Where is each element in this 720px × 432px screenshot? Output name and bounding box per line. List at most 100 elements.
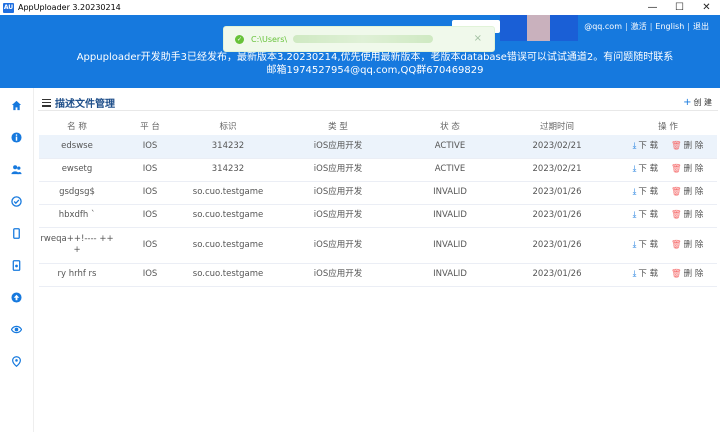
column-header: 标识 [219,121,237,132]
delete-button[interactable]: 🗑 删 除 [671,164,704,175]
device-icon[interactable] [11,228,22,239]
delete-button[interactable]: 🗑 删 除 [671,240,704,251]
download-button[interactable]: ⤓ 下 载 [633,141,658,152]
cell-type: iOS应用开发 [271,181,405,205]
cell-expiry: 2023/01/26 [495,263,619,287]
trash-icon: 🗑 [670,187,682,197]
cell-platform: IOS [115,227,185,264]
maximize-button[interactable]: ☐ [666,0,693,15]
upload-icon[interactable] [11,292,22,303]
cell-actions: ⤓ 下 载 🗑 删 除 [619,204,717,228]
delete-button[interactable]: 🗑 删 除 [671,187,704,198]
cell-name: hbxdfh ` [39,204,115,228]
cell-expiry: 2023/02/21 [495,135,619,159]
delete-button[interactable]: 🗑 删 除 [671,141,704,152]
create-button[interactable]: + 创 建 [683,97,712,108]
trash-icon: 🗑 [670,210,682,220]
cell-identifier: so.cuo.testgame [185,227,271,264]
table-row[interactable]: rweqa++!---- ++ + IOS so.cuo.testgame iO… [39,227,717,264]
download-label: 下 载 [638,164,659,174]
cell-identifier: so.cuo.testgame [185,181,271,205]
activate-link[interactable]: 激活 [628,21,650,32]
download-button[interactable]: ⤓ 下 载 [633,240,658,251]
cell-actions: ⤓ 下 载 🗑 删 除 [619,227,717,264]
eye-icon[interactable] [11,324,22,335]
table-row[interactable]: ewsetg IOS 314232 iOS应用开发 ACTIVE 2023/02… [39,158,717,182]
app-icon: AU [3,2,14,13]
delete-label: 删 除 [683,210,704,220]
download-button[interactable]: ⤓ 下 载 [633,187,658,198]
cell-expiry: 2023/02/21 [495,158,619,182]
table-row[interactable]: edswse IOS 314232 iOS应用开发 ACTIVE 2023/02… [39,135,717,159]
cell-expiry: 2023/01/26 [495,181,619,205]
cell-status: INVALID [405,227,495,264]
cell-platform: IOS [115,204,185,228]
check-circle-icon[interactable] [11,196,22,207]
home-icon[interactable] [11,100,22,111]
column-header: 状 态 [440,121,460,132]
cell-identifier: 314232 [185,135,271,159]
delete-label: 删 除 [683,140,704,151]
section-header: 描述文件管理 [42,95,115,110]
delete-button[interactable]: 🗑 删 除 [671,210,704,221]
delete-label: 删 除 [683,187,704,197]
delete-button[interactable]: 🗑 删 除 [671,269,704,280]
cell-status: INVALID [405,181,495,205]
title-bar: AU AppUploader 3.20230214 — ☐ ✕ [0,0,720,15]
cell-platform: IOS [115,181,185,205]
location-icon[interactable] [11,356,22,367]
trash-icon: 🗑 [670,269,682,279]
cell-type: iOS应用开发 [271,263,405,287]
download-icon: ⤓ [632,187,637,197]
cell-identifier: so.cuo.testgame [185,204,271,228]
cell-expiry: 2023/01/26 [495,204,619,228]
toast-close-icon[interactable]: × [474,33,482,44]
window-title: AppUploader 3.20230214 [18,3,121,12]
announcement-line-1: Appuploader开发助手3已经发布，最新版本3.20230214,优先使用… [76,52,674,63]
announcement: Appuploader开发助手3已经发布，最新版本3.20230214,优先使用… [0,51,720,77]
cell-status: INVALID [405,204,495,228]
cell-expiry: 2023/01/26 [495,227,619,264]
table-row[interactable]: ry hrhf rs IOS so.cuo.testgame iOS应用开发 I… [39,263,717,287]
toast-message: C:\Users\ [251,34,288,44]
download-icon: ⤓ [632,210,637,220]
main-content: 描述文件管理 + 创 建 名 称 平 台 标识 类 型 状 态 过期时间 操 作… [34,88,720,432]
download-button[interactable]: ⤓ 下 载 [633,210,658,221]
toast-path-redacted [293,35,434,43]
cell-name: ewsetg [39,158,115,182]
download-icon: ⤓ [632,269,637,279]
download-icon: ⤓ [632,140,637,151]
create-label: 创 建 [693,98,712,107]
file-icon[interactable] [11,260,22,271]
table-header-row: 名 称 平 台 标识 类 型 状 态 过期时间 操 作 [39,116,717,135]
download-button[interactable]: ⤓ 下 载 [633,164,658,175]
success-toast: ✓ C:\Users\ × [223,26,495,52]
cell-actions: ⤓ 下 载 🗑 删 除 [619,263,717,287]
header-links: @qq.com | 激活 | English | 退出 [581,21,712,32]
sidebar [0,88,34,432]
delete-label: 删 除 [683,239,704,250]
cell-platform: IOS [115,135,185,159]
logout-link[interactable]: 退出 [690,21,712,32]
table-row[interactable]: hbxdfh ` IOS so.cuo.testgame iOS应用开发 INV… [39,204,717,228]
info-icon[interactable] [11,132,22,143]
cell-identifier: 314232 [185,158,271,182]
cell-platform: IOS [115,158,185,182]
download-label: 下 载 [638,210,659,220]
table-row[interactable]: gsdgsg$ IOS so.cuo.testgame iOS应用开发 INVA… [39,181,717,205]
download-label: 下 载 [638,187,659,197]
account-avatar [500,15,578,41]
cell-type: iOS应用开发 [271,135,405,159]
cell-identifier: so.cuo.testgame [185,263,271,287]
account-email: @qq.com [584,22,622,31]
minimize-button[interactable]: — [639,0,666,15]
users-icon[interactable] [11,164,22,175]
cell-type: iOS应用开发 [271,227,405,264]
download-button[interactable]: ⤓ 下 载 [633,269,658,280]
column-header: 过期时间 [539,121,574,132]
download-icon: ⤓ [632,239,637,250]
cell-name: edswse [39,135,115,159]
close-window-button[interactable]: ✕ [693,0,720,15]
language-link[interactable]: English [652,22,687,31]
cell-status: INVALID [405,263,495,287]
